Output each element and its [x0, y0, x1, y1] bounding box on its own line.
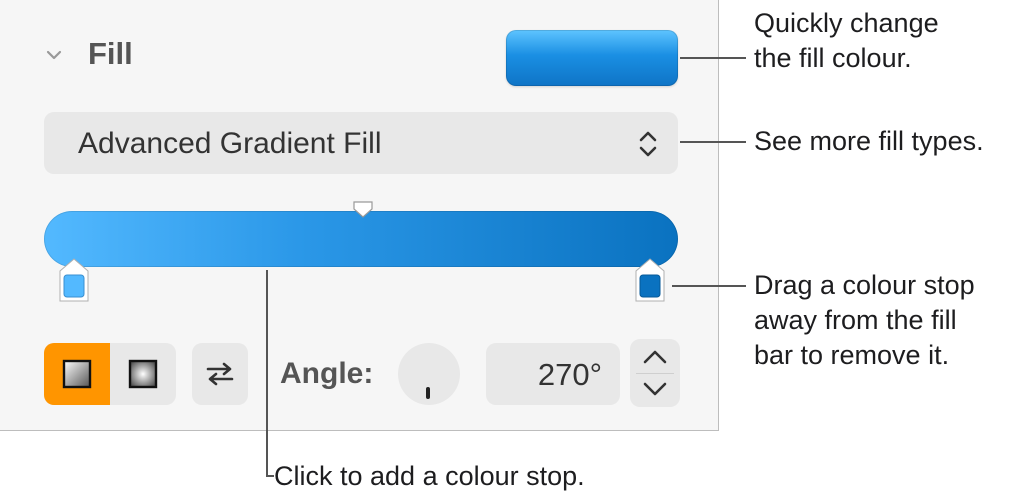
chevron-down-icon[interactable] — [641, 379, 669, 399]
callout-line-fill-colour — [680, 57, 746, 59]
callout-line-add-stop-horizontal — [266, 475, 274, 477]
callout-fill-types-line-1: See more fill types. — [754, 126, 984, 156]
chevron-down-icon[interactable] — [44, 45, 64, 65]
section-title-fill: Fill — [88, 36, 133, 71]
color-stop-right[interactable] — [634, 257, 666, 303]
fill-type-popup[interactable]: Advanced Gradient Fill — [44, 112, 678, 174]
radial-gradient-icon — [128, 359, 158, 389]
swap-arrows-icon — [206, 362, 234, 386]
angle-wheel[interactable] — [398, 343, 460, 405]
callout-line-remove-stop — [672, 285, 746, 287]
linear-gradient-button[interactable] — [44, 343, 110, 405]
radial-gradient-button[interactable] — [110, 343, 176, 405]
swap-gradient-button[interactable] — [192, 343, 248, 405]
callout-remove-stop-line-3: bar to remove it. — [754, 340, 950, 370]
angle-input[interactable]: 270° — [486, 343, 620, 405]
angle-value: 270° — [537, 357, 602, 392]
fill-inspector-panel: Fill Advanced Gradient Fill Angle: 270° — [0, 0, 719, 431]
callout-add-stop-line-1: Click to add a colour stop. — [274, 461, 585, 491]
callout-line-add-stop-vertical — [266, 270, 268, 476]
callout-remove-stop-line-2: away from the fill — [754, 305, 957, 335]
callout-fill-types: See more fill types. — [754, 124, 984, 159]
angle-wheel-indicator — [426, 387, 430, 399]
callout-fill-colour: Quickly change the fill colour. — [754, 6, 939, 76]
chevron-up-icon[interactable] — [641, 347, 669, 367]
fill-color-well[interactable] — [506, 30, 678, 86]
callout-remove-stop-line-1: Drag a colour stop — [754, 270, 975, 300]
gradient-type-segmented-control — [44, 343, 176, 405]
angle-stepper[interactable] — [630, 339, 680, 407]
callout-fill-colour-line-2: the fill colour. — [754, 43, 912, 73]
angle-label: Angle: — [280, 357, 374, 390]
callout-add-stop: Click to add a colour stop. — [274, 459, 585, 494]
up-down-chevron-icon — [639, 131, 657, 157]
callout-fill-colour-line-1: Quickly change — [754, 8, 939, 38]
fill-type-label: Advanced Gradient Fill — [78, 127, 382, 160]
stepper-divider — [636, 373, 674, 374]
linear-gradient-icon — [62, 359, 92, 389]
callout-line-fill-types — [680, 141, 746, 143]
color-stop-left[interactable] — [58, 257, 90, 303]
gradient-midpoint-handle[interactable] — [351, 200, 375, 220]
callout-remove-stop: Drag a colour stop away from the fill ba… — [754, 268, 975, 373]
